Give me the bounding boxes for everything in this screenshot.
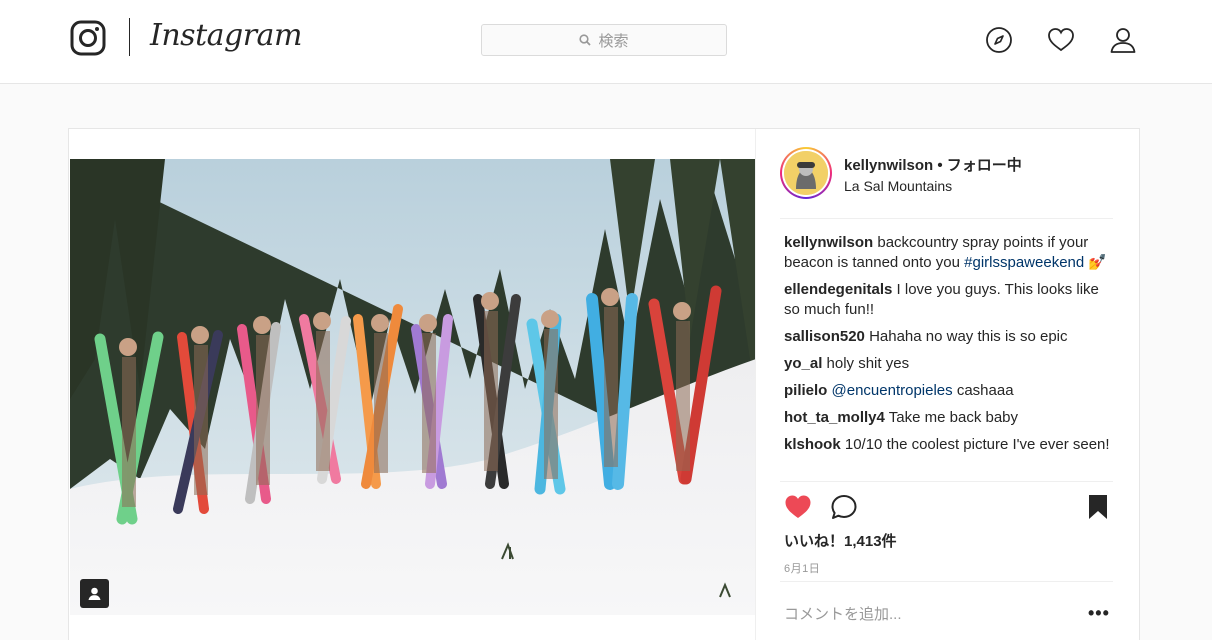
instagram-logo-icon[interactable]	[70, 20, 106, 56]
comment-text: 10/10 the coolest picture I've ever seen…	[844, 436, 1110, 453]
comment-mention[interactable]: @encuentropieles	[832, 382, 953, 399]
comment-username[interactable]: klshook	[784, 436, 841, 453]
follow-status[interactable]: フォロー中	[947, 157, 1022, 174]
comment-username[interactable]: ellendegenitals	[784, 281, 892, 298]
comment-text: holy shit yes	[826, 355, 910, 372]
heart-icon[interactable]	[1047, 26, 1075, 54]
avatar-image	[784, 151, 828, 195]
search-icon	[579, 34, 592, 46]
caption: kellynwilson backcountry spray points if…	[784, 233, 1116, 273]
post-card: kellynwilson • フォロー中 La Sal Mountains ke…	[68, 128, 1140, 640]
comment-text: Take me back baby	[888, 409, 1019, 426]
top-navigation-bar: Instagram 検索	[0, 0, 1212, 84]
comment-item: klshook 10/10 the coolest picture I've e…	[784, 435, 1116, 455]
comment-text: Hahaha no way this is so epic	[869, 328, 1068, 345]
bookmark-icon[interactable]	[1085, 493, 1111, 521]
post-header: kellynwilson • フォロー中 La Sal Mountains	[756, 129, 1141, 219]
author-username[interactable]: kellynwilson	[844, 157, 933, 174]
post-location[interactable]: La Sal Mountains	[844, 178, 952, 194]
comment-username[interactable]: sallison520	[784, 328, 865, 345]
post-sidebar: kellynwilson • フォロー中 La Sal Mountains ke…	[755, 129, 1140, 640]
like-count[interactable]: いいね！1,413件	[784, 530, 897, 551]
comment-bubble-icon[interactable]	[830, 493, 858, 521]
comment-item: sallison520 Hahaha no way this is so epi…	[784, 327, 1116, 347]
header-separator: •	[933, 157, 947, 174]
post-date[interactable]: 6月1日	[784, 560, 820, 576]
search-box[interactable]: 検索	[481, 24, 727, 56]
nail-polish-emoji: 💅	[1088, 254, 1108, 271]
comments-list[interactable]: kellynwilson backcountry spray points if…	[784, 233, 1116, 481]
logo-divider	[129, 18, 130, 56]
caption-username[interactable]: kellynwilson	[784, 234, 873, 251]
ski-group-photo	[70, 159, 756, 615]
comment-item: pilielo @encuentropieles cashaaa	[784, 381, 1116, 401]
comment-item: hot_ta_molly4 Take me back baby	[784, 408, 1116, 428]
comment-item: ellendegenitals I love you guys. This lo…	[784, 280, 1116, 320]
date-divider	[780, 581, 1113, 582]
comment-username[interactable]: pilielo	[784, 382, 827, 399]
comment-username[interactable]: hot_ta_molly4	[784, 409, 885, 426]
comment-username[interactable]: yo_al	[784, 355, 822, 372]
comment-text: cashaaa	[956, 382, 1014, 399]
comment-item: yo_al holy shit yes	[784, 354, 1116, 374]
compass-icon[interactable]	[985, 26, 1013, 54]
post-photo[interactable]	[70, 159, 756, 615]
post-author: kellynwilson • フォロー中	[844, 154, 1022, 175]
more-options-button[interactable]: •••	[1088, 603, 1110, 624]
caption-hashtag[interactable]: #girlsspaweekend	[964, 254, 1084, 271]
user-tag-icon[interactable]	[80, 579, 109, 608]
avatar[interactable]	[780, 147, 832, 199]
search-placeholder: 検索	[598, 32, 629, 50]
add-comment-input[interactable]	[784, 604, 1044, 624]
comments-divider	[780, 481, 1113, 482]
like-heart-icon[interactable]	[784, 493, 812, 521]
action-bar	[784, 493, 1114, 521]
header-divider	[780, 218, 1113, 219]
instagram-wordmark[interactable]: Instagram	[150, 18, 302, 53]
user-icon[interactable]	[1109, 26, 1137, 54]
